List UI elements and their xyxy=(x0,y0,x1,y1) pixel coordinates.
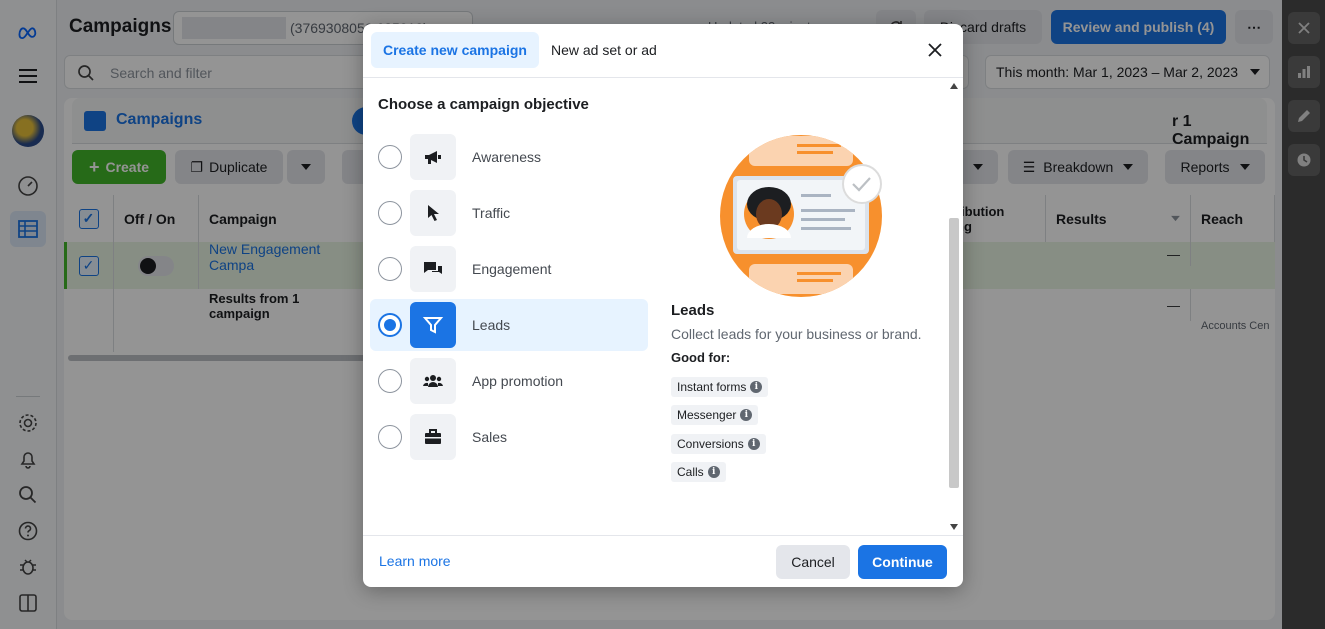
good-for-chip: Instant forms i xyxy=(671,377,769,397)
objective-label: Engagement xyxy=(472,261,552,277)
good-for-label: Good for: xyxy=(671,350,731,365)
people-icon xyxy=(410,358,456,404)
leads-illustration xyxy=(720,135,882,297)
continue-button[interactable]: Continue xyxy=(858,545,947,579)
radio-leads[interactable] xyxy=(378,313,402,337)
objective-app-promotion[interactable]: App promotion xyxy=(370,355,648,407)
objective-label: Sales xyxy=(472,429,508,445)
briefcase-icon xyxy=(410,414,456,460)
tab-new-ad-set-or-ad[interactable]: New ad set or ad xyxy=(539,32,669,68)
objective-detail-title: Leads xyxy=(671,302,715,319)
tab-create-new-campaign[interactable]: Create new campaign xyxy=(371,32,539,68)
close-dialog-button[interactable] xyxy=(919,34,951,66)
dialog-scrollbar[interactable] xyxy=(947,78,959,534)
objective-sales[interactable]: Sales xyxy=(370,411,648,463)
good-for-chip: Calls i xyxy=(671,462,726,482)
good-for-chip: Messenger i xyxy=(671,405,759,425)
info-icon[interactable]: i xyxy=(750,381,763,393)
objective-engagement[interactable]: Engagement xyxy=(370,243,648,295)
close-icon xyxy=(928,43,942,57)
funnel-icon xyxy=(410,302,456,348)
radio-traffic[interactable] xyxy=(378,201,402,225)
objective-heading: Choose a campaign objective xyxy=(378,96,589,113)
info-icon[interactable]: i xyxy=(740,409,753,421)
info-icon[interactable]: i xyxy=(747,438,760,450)
scroll-down-arrow-icon[interactable] xyxy=(950,524,958,530)
radio-awareness[interactable] xyxy=(378,145,402,169)
scroll-thumb[interactable] xyxy=(949,218,959,488)
megaphone-icon xyxy=(410,134,456,180)
objective-label: Traffic xyxy=(472,205,511,221)
info-icon[interactable]: i xyxy=(707,466,720,478)
objective-label: Leads xyxy=(472,317,511,333)
good-for-chip: Conversions i xyxy=(671,434,766,454)
objective-label: Awareness xyxy=(472,149,542,165)
cancel-button[interactable]: Cancel xyxy=(776,545,850,579)
cursor-icon xyxy=(410,190,456,236)
create-campaign-dialog: Create new campaign New ad set or ad Cho… xyxy=(363,24,963,587)
objective-awareness[interactable]: Awareness xyxy=(370,131,648,183)
objective-leads[interactable]: Leads xyxy=(370,299,648,351)
footer-divider xyxy=(363,535,963,536)
objective-detail-description: Collect leads for your business or brand… xyxy=(671,326,922,342)
radio-engagement[interactable] xyxy=(378,257,402,281)
scroll-up-arrow-icon[interactable] xyxy=(950,83,958,89)
learn-more-link[interactable]: Learn more xyxy=(379,553,451,569)
objective-traffic[interactable]: Traffic xyxy=(370,187,648,239)
radio-app-promotion[interactable] xyxy=(378,369,402,393)
radio-sales[interactable] xyxy=(378,425,402,449)
objective-label: App promotion xyxy=(472,373,564,389)
header-divider xyxy=(363,77,963,78)
chat-bubbles-icon xyxy=(410,246,456,292)
